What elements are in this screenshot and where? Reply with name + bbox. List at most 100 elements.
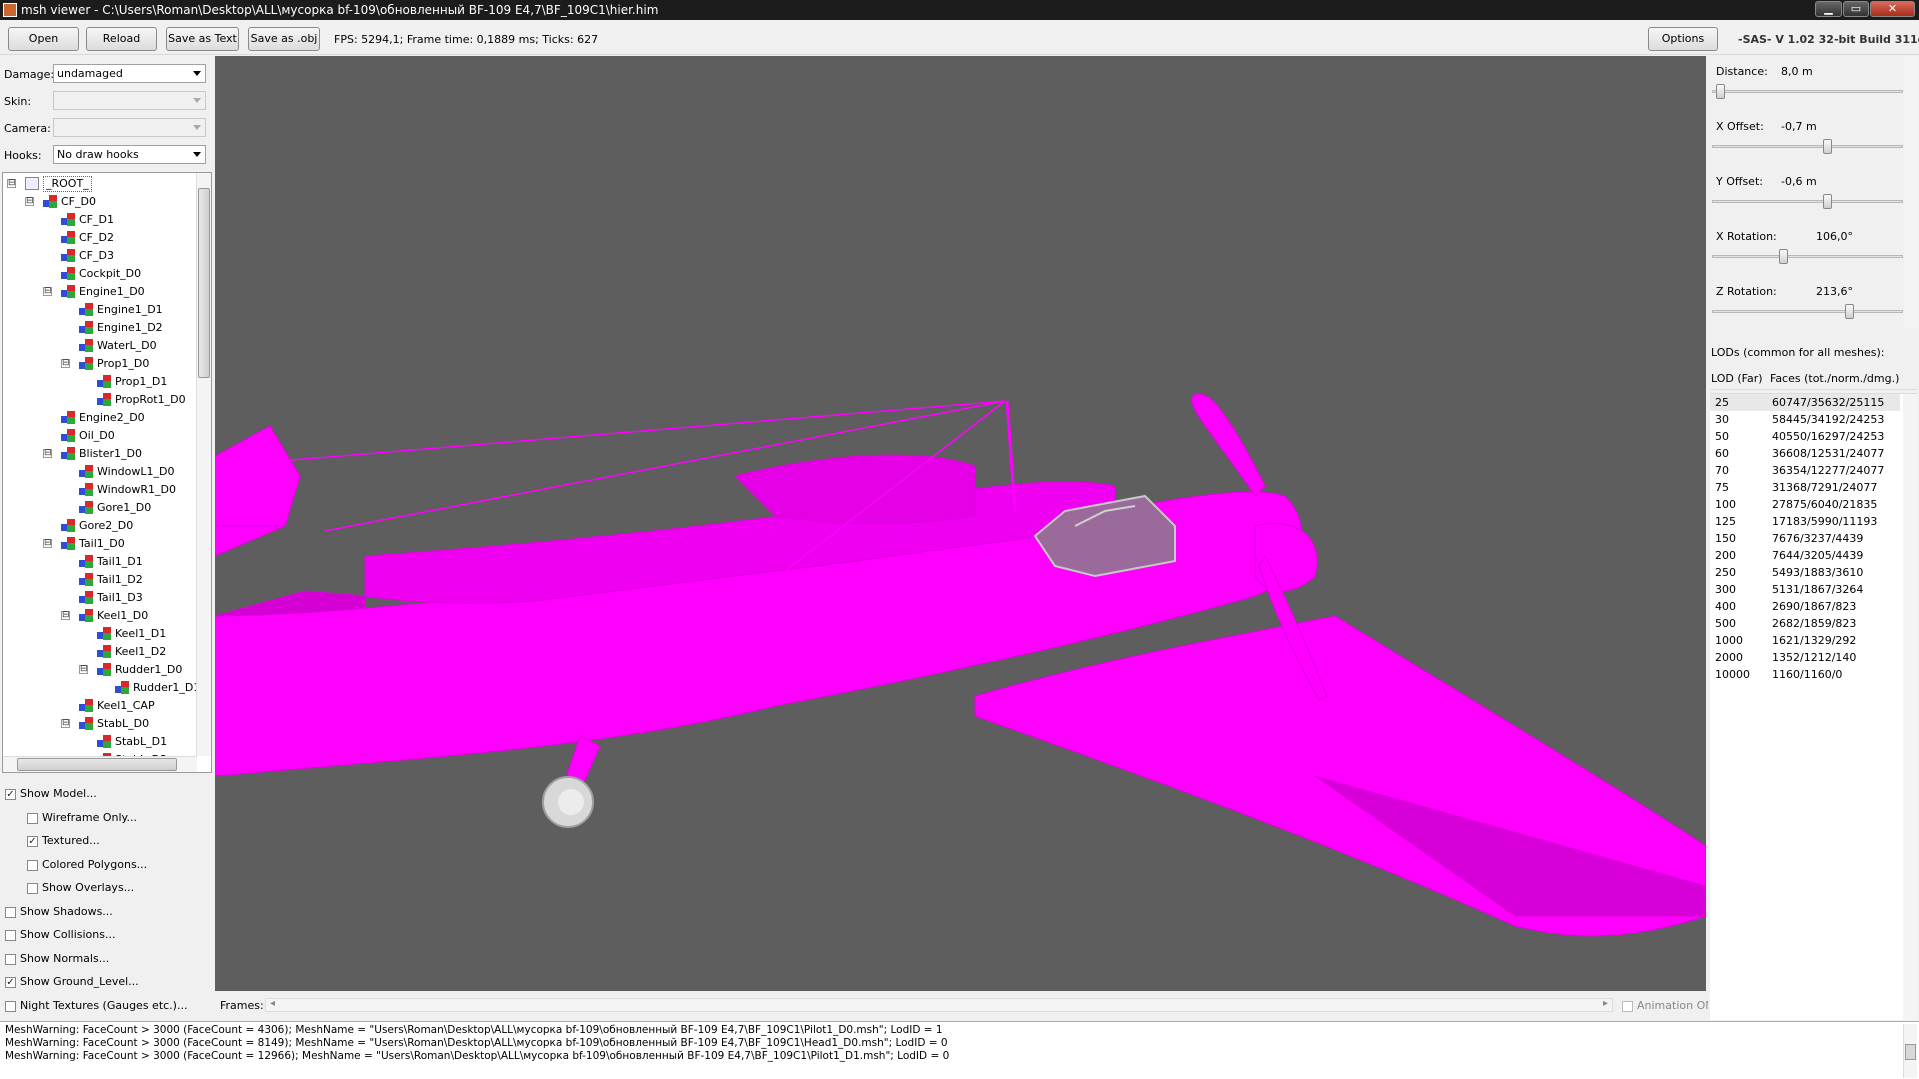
table-row[interactable]: 2000 1352/1212/140: [1710, 649, 1900, 666]
tree-node[interactable]: Gore1_D0: [3, 499, 193, 516]
tree-node[interactable]: Oil_D0: [3, 427, 193, 444]
faces-column-header[interactable]: Faces (tot./norm./dmg.): [1770, 372, 1899, 385]
checkbox[interactable]: [5, 953, 16, 965]
scrollbar-thumb[interactable]: [198, 188, 210, 378]
tree-node[interactable]: ⊟ Tail1_D0: [3, 535, 193, 552]
slider-knob[interactable]: [1823, 139, 1832, 154]
tree-node[interactable]: WaterL_D0: [3, 337, 193, 354]
tree-node[interactable]: Tail1_D3: [3, 589, 193, 606]
lod-scrollbar[interactable]: [1903, 394, 1917, 1021]
slider-knob[interactable]: [1716, 84, 1725, 99]
checkbox[interactable]: [27, 883, 38, 894]
hooks-select[interactable]: No draw hooks: [53, 145, 206, 164]
scroll-right-icon[interactable]: ▸: [1603, 998, 1608, 1009]
open-button[interactable]: Open: [8, 27, 79, 51]
collapse-toggle-icon[interactable]: ⊟: [61, 719, 70, 728]
tree-node[interactable]: ⊟ StabL_D0: [3, 715, 193, 732]
minimize-button[interactable]: ▁: [1815, 1, 1842, 17]
collapse-toggle-icon[interactable]: ⊟: [43, 287, 52, 296]
tree-node[interactable]: PropRot1_D0: [3, 391, 193, 408]
slider-knob[interactable]: [1845, 304, 1854, 319]
table-row[interactable]: 25 60747/35632/25115: [1710, 394, 1900, 411]
tree-node[interactable]: Engine1_D2: [3, 319, 193, 336]
checkbox[interactable]: [5, 906, 16, 918]
options-button[interactable]: Options: [1648, 27, 1718, 51]
table-row[interactable]: 500 2682/1859/823: [1710, 615, 1900, 632]
damage-select[interactable]: undamaged: [53, 64, 206, 83]
animation-checkbox[interactable]: [1622, 1001, 1633, 1012]
tree-vertical-scrollbar[interactable]: [196, 173, 211, 756]
x-rotation-slider[interactable]: [1712, 249, 1903, 264]
lod-table[interactable]: 25 60747/35632/25115 30 58445/34192/24253 50…: [1710, 393, 1917, 1021]
close-button[interactable]: ✕: [1870, 1, 1915, 17]
tree-node[interactable]: WindowL1_D0: [3, 463, 193, 480]
log-output[interactable]: MeshWarning: FaceCount > 3000 (FaceCount…: [0, 1021, 1919, 1079]
table-row[interactable]: 1000 1621/1329/292: [1710, 632, 1900, 649]
collapse-toggle-icon[interactable]: ⊟: [43, 539, 52, 548]
tree-node[interactable]: Gore2_D0: [3, 517, 193, 534]
y-offset-slider[interactable]: [1712, 194, 1903, 209]
distance-slider[interactable]: [1712, 84, 1903, 99]
table-row[interactable]: 150 7676/3237/4439: [1710, 530, 1900, 547]
slider-knob[interactable]: [1779, 249, 1788, 264]
tree-node[interactable]: ⊟ Keel1_D0: [3, 607, 193, 624]
tree-node[interactable]: ⊟ CF_D0: [3, 193, 193, 210]
collapse-toggle-icon[interactable]: ⊟: [25, 197, 34, 206]
tree-node[interactable]: Rudder1_D1: [3, 679, 200, 696]
skin-select[interactable]: [53, 91, 206, 110]
tree-node[interactable]: WindowR1_D0: [3, 481, 193, 498]
3d-viewport[interactable]: [215, 56, 1706, 991]
tree-node[interactable]: ⊟ Rudder1_D0: [3, 661, 193, 678]
checkbox[interactable]: ✓: [27, 836, 38, 847]
tree-node[interactable]: CF_D1: [3, 211, 193, 228]
controls-scrollbar[interactable]: [1904, 56, 1918, 328]
tree-node[interactable]: Tail1_D1: [3, 553, 193, 570]
tree-node[interactable]: ⊟ Blister1_D0: [3, 445, 193, 462]
tree-node[interactable]: Keel1_CAP: [3, 697, 193, 714]
save-as-text-button[interactable]: Save as Text: [166, 27, 239, 51]
table-row[interactable]: 50 40550/16297/24253: [1710, 428, 1900, 445]
checkbox[interactable]: ✓: [5, 977, 16, 988]
reload-button[interactable]: Reload: [86, 27, 157, 51]
table-row[interactable]: 200 7644/3205/4439: [1710, 547, 1900, 564]
tree-node[interactable]: StabL_D1: [3, 733, 193, 750]
z-rotation-slider[interactable]: [1712, 304, 1903, 319]
tree-node[interactable]: Tail1_D2: [3, 571, 193, 588]
checkbox[interactable]: [5, 930, 16, 941]
tree-node[interactable]: ⊟ Prop1_D0: [3, 355, 193, 372]
table-row[interactable]: 250 5493/1883/3610: [1710, 564, 1900, 581]
table-row[interactable]: 10000 1160/1160/0: [1710, 666, 1900, 683]
camera-select[interactable]: [53, 118, 206, 137]
log-scrollbar[interactable]: [1903, 1024, 1917, 1078]
frames-slider[interactable]: ◂ ▸: [265, 998, 1613, 1012]
tree-node[interactable]: Prop1_D1: [3, 373, 193, 390]
scrollbar-thumb[interactable]: [17, 758, 177, 771]
tree-node[interactable]: Engine2_D0: [3, 409, 193, 426]
scrollbar-thumb[interactable]: [1905, 1044, 1916, 1060]
save-as-obj-button[interactable]: Save as .obj: [248, 27, 320, 51]
checkbox[interactable]: [5, 1000, 16, 1012]
scroll-left-icon[interactable]: ◂: [270, 998, 275, 1009]
collapse-toggle-icon[interactable]: ⊟: [61, 611, 70, 620]
table-row[interactable]: 70 36354/12277/24077: [1710, 462, 1900, 479]
tree-node[interactable]: CF_D3: [3, 247, 193, 264]
tree-node[interactable]: Keel1_D2: [3, 643, 193, 660]
mesh-hierarchy-tree[interactable]: ⊟ _ROOT_ ⊟ CF_D0 CF_D1 CF_D2 CF_D3 Cockpit_D0 ⊟ E…: [2, 172, 212, 773]
collapse-toggle-icon[interactable]: ⊟: [7, 179, 16, 188]
checkbox[interactable]: [27, 859, 38, 871]
collapse-toggle-icon[interactable]: ⊟: [43, 449, 52, 458]
table-row[interactable]: 60 36608/12531/24077: [1710, 445, 1900, 462]
checkbox[interactable]: [27, 812, 38, 824]
lod-column-header[interactable]: LOD (Far): [1711, 372, 1763, 385]
tree-node[interactable]: Engine1_D1: [3, 301, 193, 318]
tree-node[interactable]: Cockpit_D0: [3, 265, 193, 282]
tree-horizontal-scrollbar[interactable]: [3, 756, 197, 772]
tree-node[interactable]: Keel1_D1: [3, 625, 193, 642]
x-offset-slider[interactable]: [1712, 139, 1903, 154]
table-row[interactable]: 400 2690/1867/823: [1710, 598, 1900, 615]
table-row[interactable]: 30 58445/34192/24253: [1710, 411, 1900, 428]
table-row[interactable]: 125 17183/5990/11193: [1710, 513, 1900, 530]
checkbox[interactable]: ✓: [5, 789, 16, 800]
collapse-toggle-icon[interactable]: ⊟: [61, 359, 70, 368]
table-row[interactable]: 100 27875/6040/21835: [1710, 496, 1900, 513]
